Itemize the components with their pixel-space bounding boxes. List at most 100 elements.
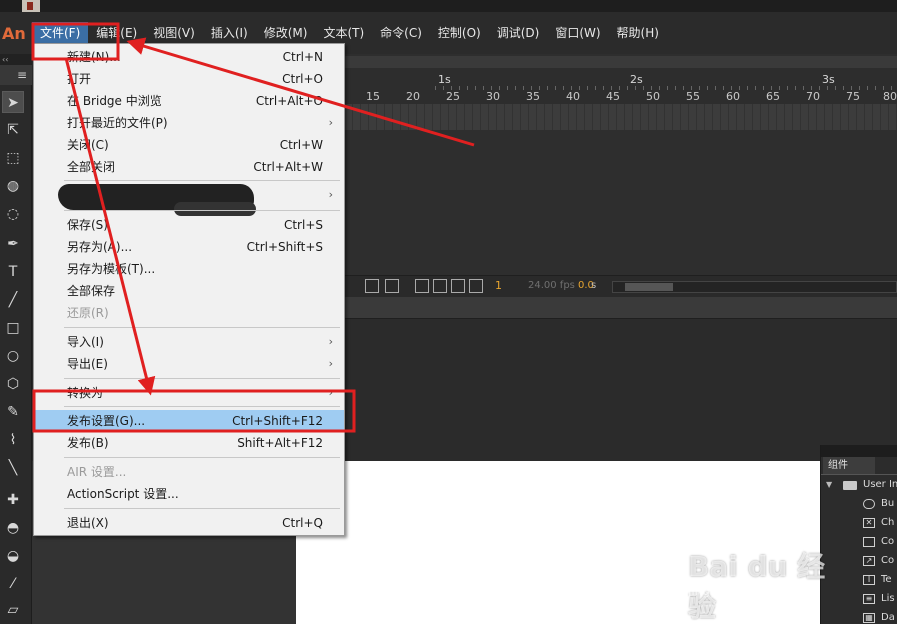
menu-item-revert: 还原(R) — [67, 306, 109, 320]
timeline-body — [345, 130, 897, 275]
ruler-frame-number: 35 — [526, 90, 540, 103]
menu-item-browse-bridge[interactable]: 在 Bridge 中浏览 Ctrl+Alt+O — [34, 90, 344, 112]
menu-modify[interactable]: 修改(M) — [256, 22, 316, 44]
ruler-second-label: 2s — [630, 73, 643, 86]
menu-separator — [64, 327, 340, 328]
selection-tool-icon[interactable]: ➤ — [2, 91, 24, 113]
menu-control[interactable]: 控制(O) — [430, 22, 489, 44]
menu-item-export[interactable]: 导出(E) › — [34, 353, 344, 375]
textinput-component-icon: I — [863, 575, 875, 585]
frame-rate[interactable]: 24.00 fps — [528, 280, 575, 291]
menu-item-save-as[interactable]: 另存为(A)... Ctrl+Shift+S — [34, 236, 344, 258]
menu-text[interactable]: 文本(T) — [315, 22, 372, 44]
menu-insert[interactable]: 插入(I) — [203, 22, 256, 44]
component-item[interactable]: ✕ Ch — [821, 514, 897, 532]
paint-bucket-tool-icon[interactable]: ◓ — [2, 517, 24, 539]
timeline-scrollbar[interactable] — [612, 281, 897, 293]
ruler-frame-number: 45 — [606, 90, 620, 103]
menu-item-air-settings: AIR 设置... — [67, 465, 127, 479]
pen-tool-icon[interactable]: ✒ — [2, 233, 24, 255]
text-tool-icon[interactable]: T — [2, 261, 24, 283]
menu-item-close-all[interactable]: 全部关闭 Ctrl+Alt+W — [34, 156, 344, 178]
panel-menu-icon[interactable]: ≡ — [0, 65, 32, 85]
tab-components[interactable]: 组件 — [823, 457, 875, 474]
ruler-frame-number: 15 — [366, 90, 380, 103]
components-folder[interactable]: ▼ User In — [821, 476, 897, 494]
elapsed-time-unit: s — [591, 280, 597, 291]
timeline-ruler[interactable]: 1s 2s 3s 15 20 25 30 35 40 45 50 55 60 6… — [345, 68, 897, 104]
menu-item-save[interactable]: 保存(S) Ctrl+S — [34, 214, 344, 236]
menu-separator — [64, 457, 340, 458]
menu-item-exit[interactable]: 退出(X) Ctrl+Q — [34, 512, 344, 534]
list-component-icon: ≡ — [863, 594, 875, 604]
timeline-scroll-thumb[interactable] — [625, 283, 673, 291]
menu-item-new[interactable]: 新建(N)... Ctrl+N — [34, 46, 344, 68]
ruler-frame-number: 65 — [766, 90, 780, 103]
ruler-ticks — [435, 86, 897, 90]
lasso-tool-icon[interactable]: ◌ — [2, 203, 24, 225]
ruler-frame-number: 30 — [486, 90, 500, 103]
subselection-tool-icon[interactable]: ⇱ — [2, 119, 24, 141]
menu-window[interactable]: 窗口(W) — [547, 22, 608, 44]
menu-commands[interactable]: 命令(C) — [372, 22, 430, 44]
ruler-frame-number: 50 — [646, 90, 660, 103]
panel-separator — [345, 297, 897, 319]
onion-skin-icon[interactable] — [415, 279, 429, 293]
menu-item-convert-to[interactable]: 转换为 › — [34, 382, 344, 404]
ruler-frame-number: 80 — [883, 90, 897, 103]
menu-edit[interactable]: 编辑(E) — [88, 22, 145, 44]
menu-debug[interactable]: 调试(D) — [489, 22, 548, 44]
onion-outline-icon[interactable] — [433, 279, 447, 293]
ruler-second-label: 1s — [438, 73, 451, 86]
loop-icon[interactable] — [385, 279, 399, 293]
oval-tool-icon[interactable]: ○ — [2, 345, 24, 367]
pencil-tool-icon[interactable]: ✎ — [2, 401, 24, 423]
free-transform-tool-icon[interactable]: ⬚ — [2, 147, 24, 169]
menu-item-import[interactable]: 导入(I) › — [34, 331, 344, 353]
checkbox-component-icon: ✕ — [863, 518, 875, 528]
menu-item-publish[interactable]: 发布(B) Shift+Alt+F12 — [34, 432, 344, 454]
menu-item-save-all[interactable]: 全部保存 — [34, 280, 344, 302]
edit-multiple-frames-icon[interactable] — [451, 279, 465, 293]
menu-item-publish-settings[interactable]: 发布设置(G)... Ctrl+Shift+F12 — [34, 410, 344, 432]
timeline-controls: 1 24.00 fps 0.0 s — [345, 275, 897, 297]
line-tool-icon[interactable]: ╱ — [2, 289, 24, 311]
menu-separator — [64, 180, 340, 181]
bone-tool-icon[interactable]: ✚ — [2, 489, 24, 511]
expand-arrow-icon[interactable]: ▼ — [826, 476, 832, 494]
menu-separator — [64, 210, 340, 211]
submenu-arrow-icon: › — [328, 116, 333, 129]
eyedropper-tool-icon[interactable]: ⁄ — [2, 573, 24, 595]
menu-item-close[interactable]: 关闭(C) Ctrl+W — [34, 134, 344, 156]
submenu-arrow-icon: › — [328, 188, 333, 201]
ink-bottle-tool-icon[interactable]: ◒ — [2, 545, 24, 567]
menu-item-open-recent[interactable]: 打开最近的文件(P) › — [34, 112, 344, 134]
panel-collapse-icon[interactable]: ‹‹ — [0, 54, 32, 65]
menu-item-actionscript-settings[interactable]: ActionScript 设置... — [34, 483, 344, 505]
current-frame[interactable]: 1 — [495, 279, 502, 292]
center-frame-icon[interactable] — [365, 279, 379, 293]
ruler-frame-number: 55 — [686, 90, 700, 103]
ruler-frame-number: 60 — [726, 90, 740, 103]
menu-help[interactable]: 帮助(H) — [609, 22, 667, 44]
menu-file[interactable]: 文件(F) — [32, 22, 89, 44]
button-component-icon — [863, 499, 875, 509]
paint-brush-tool-icon[interactable]: ⌇ — [2, 429, 24, 451]
brush-tool-icon[interactable]: ╲ — [2, 457, 24, 479]
component-item[interactable]: Bu — [821, 495, 897, 513]
menu-view[interactable]: 视图(V) — [145, 22, 203, 44]
menu-item-open[interactable]: 打开 Ctrl+O — [34, 68, 344, 90]
datagrid-component-icon: ▦ — [863, 613, 875, 623]
timeline-frame-row[interactable] — [345, 104, 897, 130]
eraser-tool-icon[interactable]: ▱ — [2, 599, 24, 621]
title-bar-strip — [0, 0, 897, 12]
menu-separator — [64, 406, 340, 407]
rectangle-tool-icon[interactable]: □ — [2, 317, 24, 339]
modify-markers-icon[interactable] — [469, 279, 483, 293]
menu-item-save-as-template[interactable]: 另存为模板(T)... — [34, 258, 344, 280]
app-thumbnail-icon — [22, 0, 40, 12]
timeline-header — [345, 56, 897, 68]
polystar-tool-icon[interactable]: ⬡ — [2, 373, 24, 395]
ruler-frame-number: 70 — [806, 90, 820, 103]
3d-rotation-tool-icon[interactable]: ◍ — [2, 175, 24, 197]
